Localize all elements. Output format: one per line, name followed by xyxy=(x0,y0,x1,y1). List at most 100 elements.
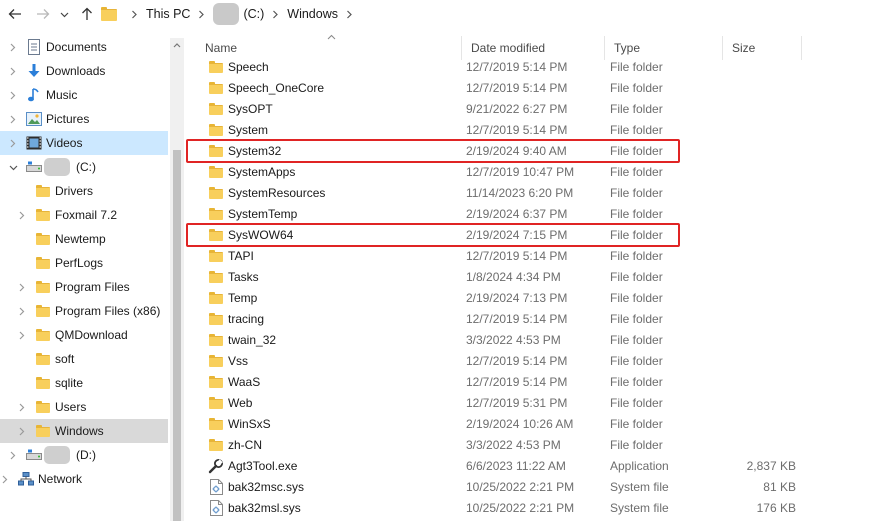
file-name: tracing xyxy=(228,311,265,326)
chevron-down-icon[interactable] xyxy=(8,162,18,172)
column-type-label: Type xyxy=(614,41,641,55)
system-file-icon xyxy=(208,499,224,516)
folder-icon xyxy=(208,312,224,325)
nav-item-label: Newtemp xyxy=(55,232,106,246)
file-row-systemresources[interactable]: SystemResources 11/14/2023 6:20 PM File fo… xyxy=(196,182,888,203)
nav-item-music[interactable]: Music xyxy=(0,83,168,107)
nav-item-windows[interactable]: Windows xyxy=(0,419,168,443)
nav-item-sqlite[interactable]: sqlite xyxy=(0,371,168,395)
breadcrumb-windows[interactable]: Windows xyxy=(287,2,338,26)
chevron-right-icon[interactable] xyxy=(17,282,27,292)
nav-item-soft[interactable]: soft xyxy=(0,347,168,371)
navigation-pane: Documents Downloads Music Pictures Videos (C:… xyxy=(0,30,184,521)
chevron-right-icon[interactable] xyxy=(8,42,18,52)
file-name-cell: Speech xyxy=(208,56,269,77)
file-type: File folder xyxy=(610,437,663,452)
file-size xyxy=(726,371,796,392)
nav-item-network[interactable]: Network xyxy=(0,467,168,491)
file-row-twain-32[interactable]: twain_32 3/3/2022 4:53 PM File folder xyxy=(196,329,888,350)
breadcrumb-separator-icon[interactable] xyxy=(272,10,279,19)
file-row-tracing[interactable]: tracing 12/7/2019 5:14 PM File folder xyxy=(196,308,888,329)
file-row-tapi[interactable]: TAPI 12/7/2019 5:14 PM File folder xyxy=(196,245,888,266)
file-row-winsxs[interactable]: WinSxS 2/19/2024 10:26 AM File folder xyxy=(196,413,888,434)
nav-item-c[interactable]: (C:) xyxy=(0,155,168,179)
nav-item-label: Windows xyxy=(55,424,104,438)
nav-item-drivers[interactable]: Drivers xyxy=(0,179,168,203)
nav-item-program-files-x86[interactable]: Program Files (x86) xyxy=(0,299,168,323)
nav-item-videos[interactable]: Videos xyxy=(0,131,168,155)
file-size xyxy=(726,224,796,245)
file-row-bak32msl-sys[interactable]: bak32msl.sys 10/25/2022 2:21 PM System fil… xyxy=(196,497,888,518)
nav-item-qmdownload[interactable]: QMDownload xyxy=(0,323,168,347)
file-row-temp[interactable]: Temp 2/19/2024 7:13 PM File folder xyxy=(196,287,888,308)
file-row-speech-onecore[interactable]: Speech_OneCore 12/7/2019 5:14 PM File fold… xyxy=(196,77,888,98)
nav-item-documents[interactable]: Documents xyxy=(0,35,168,59)
chevron-right-icon[interactable] xyxy=(17,306,27,316)
system-file-icon xyxy=(209,478,223,495)
file-row-speech[interactable]: Speech 12/7/2019 5:14 PM File folder xyxy=(196,56,888,77)
file-row-tasks[interactable]: Tasks 1/8/2024 4:34 PM File folder xyxy=(196,266,888,287)
folder-icon xyxy=(208,81,224,94)
nav-item-foxmail-7-2[interactable]: Foxmail 7.2 xyxy=(0,203,168,227)
back-button[interactable] xyxy=(4,3,26,25)
chevron-right-icon[interactable] xyxy=(17,330,27,340)
breadcrumb-separator-icon[interactable] xyxy=(198,10,205,19)
folder-icon xyxy=(36,281,50,293)
file-row-syswow64[interactable]: SysWOW64 2/19/2024 7:15 PM File folder xyxy=(196,224,888,245)
nav-scroll-thumb[interactable] xyxy=(173,150,181,521)
chevron-right-icon[interactable] xyxy=(8,138,18,148)
folder-icon xyxy=(36,377,50,389)
folder-icon xyxy=(208,417,224,430)
nav-item-label: Videos xyxy=(46,136,83,150)
breadcrumb-separator-icon[interactable] xyxy=(131,10,138,19)
file-row-vss[interactable]: Vss 12/7/2019 5:14 PM File folder xyxy=(196,350,888,371)
nav-scrollbar[interactable] xyxy=(170,38,184,521)
file-row-agt3tool-exe[interactable]: Agt3Tool.exe 6/6/2023 11:22 AM Application… xyxy=(196,455,888,476)
chevron-right-icon[interactable] xyxy=(8,66,18,76)
file-row-systemapps[interactable]: SystemApps 12/7/2019 10:47 PM File folder xyxy=(196,161,888,182)
nav-item-label: Program Files xyxy=(55,280,130,294)
nav-item-perflogs[interactable]: PerfLogs xyxy=(0,251,168,275)
file-row-zh-cn[interactable]: zh-CN 3/3/2022 4:53 PM File folder xyxy=(196,434,888,455)
nav-item-pictures[interactable]: Pictures xyxy=(0,107,168,131)
breadcrumb-separator-icon[interactable] xyxy=(346,10,353,19)
address-folder-icon xyxy=(101,2,117,26)
nav-item-label: Network xyxy=(38,472,83,486)
breadcrumb-this-pc[interactable]: This PC xyxy=(146,2,190,26)
breadcrumb-drive-c[interactable]: (C:) xyxy=(213,2,264,26)
chevron-right-icon[interactable] xyxy=(0,474,10,484)
chevron-right-icon[interactable] xyxy=(8,114,18,124)
chevron-right-icon[interactable] xyxy=(17,402,27,412)
file-size xyxy=(726,287,796,308)
file-row-systemtemp[interactable]: SystemTemp 2/19/2024 6:37 PM File folder xyxy=(196,203,888,224)
file-name: Vss xyxy=(228,353,249,368)
nav-item-d[interactable]: (D:) xyxy=(0,443,168,467)
chevron-right-icon[interactable] xyxy=(17,426,27,436)
file-row-waas[interactable]: WaaS 12/7/2019 5:14 PM File folder xyxy=(196,371,888,392)
file-name-cell: SysWOW64 xyxy=(208,224,293,245)
file-row-sysopt[interactable]: SysOPT 9/21/2022 6:27 PM File folder xyxy=(196,98,888,119)
folder-icon xyxy=(208,186,224,199)
file-name: Web xyxy=(228,395,253,410)
file-row-system[interactable]: System 12/7/2019 5:14 PM File folder xyxy=(196,119,888,140)
file-row-web[interactable]: Web 12/7/2019 5:31 PM File folder xyxy=(196,392,888,413)
file-name-cell: SystemApps xyxy=(208,161,295,182)
file-list: Name Date modified Type Size Speech 12/7/… xyxy=(186,34,888,521)
nav-item-newtemp[interactable]: Newtemp xyxy=(0,227,168,251)
forward-button[interactable] xyxy=(32,3,54,25)
scroll-up-icon[interactable] xyxy=(172,40,182,50)
chevron-right-icon[interactable] xyxy=(17,210,27,220)
chevron-right-icon[interactable] xyxy=(8,90,18,100)
file-size xyxy=(726,161,796,182)
up-button[interactable] xyxy=(76,3,98,25)
drive-icon xyxy=(26,161,42,172)
file-date: 10/25/2022 2:21 PM xyxy=(466,500,575,515)
nav-item-downloads[interactable]: Downloads xyxy=(0,59,168,83)
recent-locations-button[interactable] xyxy=(56,3,72,25)
file-row-bak32msc-sys[interactable]: bak32msc.sys 10/25/2022 2:21 PM System fil… xyxy=(196,476,888,497)
nav-item-program-files[interactable]: Program Files xyxy=(0,275,168,299)
nav-item-users[interactable]: Users xyxy=(0,395,168,419)
file-row-system32[interactable]: System32 2/19/2024 9:40 AM File folder xyxy=(196,140,888,161)
chevron-right-icon[interactable] xyxy=(8,450,18,460)
folder-icon xyxy=(209,144,223,157)
